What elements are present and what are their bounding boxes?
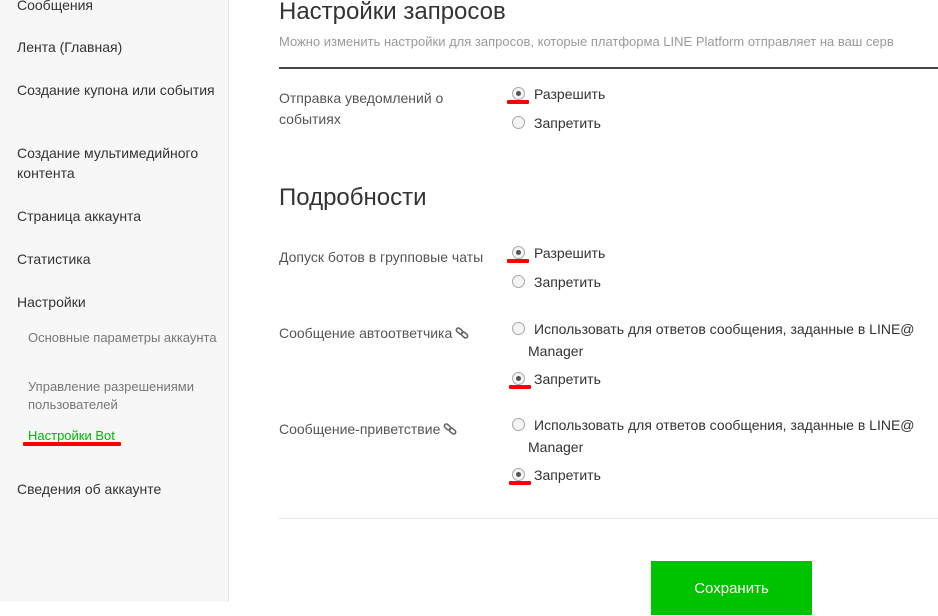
annotation-underline xyxy=(507,259,529,263)
details-section-title: Подробности xyxy=(279,184,427,211)
greeting-deny-radio[interactable] xyxy=(512,468,525,481)
sidebar-item-messages[interactable]: Сообщения xyxy=(17,0,217,15)
annotation-underline xyxy=(509,481,531,485)
group-chats-label: Допуск ботов в групповые чаты xyxy=(279,249,484,265)
auto-reply-deny-label: Запретить xyxy=(534,371,601,387)
requests-description: Можно изменить настройки для запросов, к… xyxy=(279,34,894,49)
event-notifications-deny-label: Запретить xyxy=(534,115,601,131)
link-icon[interactable] xyxy=(443,423,457,435)
link-icon[interactable] xyxy=(455,327,469,339)
group-chats-allow-label: Разрешить xyxy=(534,245,606,261)
auto-reply-deny-radio[interactable] xyxy=(512,372,525,385)
sidebar-subitem-basic-params[interactable]: Основные параметры аккаунта xyxy=(28,329,218,347)
annotation-underline xyxy=(23,442,121,446)
section-divider xyxy=(279,67,938,69)
event-notifications-deny-radio[interactable] xyxy=(512,116,525,129)
event-notifications-label: Отправка уведомлений о событиях xyxy=(279,90,444,127)
sidebar-item-create-media[interactable]: Создание мультимедийного контента xyxy=(17,143,217,183)
annotation-underline xyxy=(507,100,529,104)
greeting-label-row: Сообщение-приветствие xyxy=(279,419,499,440)
sidebar-item-account-page[interactable]: Страница аккаунта xyxy=(17,206,217,226)
requests-section-title: Настройки запросов xyxy=(279,0,506,25)
save-button[interactable]: Сохранить xyxy=(651,561,812,615)
auto-reply-use-manager-radio[interactable] xyxy=(512,322,525,335)
greeting-label: Сообщение-приветствие xyxy=(279,421,441,437)
sidebar-item-feed[interactable]: Лента (Главная) xyxy=(17,37,217,57)
annotation-underline xyxy=(509,385,531,389)
greeting-use-manager-radio[interactable] xyxy=(512,418,525,431)
greeting-use-manager-option[interactable]: Использовать для ответов сообщения, зада… xyxy=(512,414,932,458)
sidebar-item-statistics[interactable]: Статистика xyxy=(17,249,217,269)
event-notifications-allow-label: Разрешить xyxy=(534,86,606,102)
event-notifications-allow-radio[interactable] xyxy=(512,87,525,100)
auto-reply-label-row: Сообщение автоответчика xyxy=(279,323,499,344)
sidebar-subitem-user-permissions[interactable]: Управление разрешениями пользователей xyxy=(28,378,218,414)
sidebar-item-create-coupon[interactable]: Создание купона или события xyxy=(17,80,217,100)
group-chats-allow-radio[interactable] xyxy=(512,246,525,259)
auto-reply-label: Сообщение автоответчика xyxy=(279,325,453,341)
sidebar: Сообщения Лента (Главная) Создание купон… xyxy=(0,0,229,602)
footer-divider xyxy=(279,518,938,519)
greeting-deny-label: Запретить xyxy=(534,467,601,483)
sidebar-item-settings[interactable]: Настройки xyxy=(17,292,217,312)
group-chats-deny-radio[interactable] xyxy=(512,275,525,288)
sidebar-item-account-info[interactable]: Сведения об аккаунте xyxy=(17,479,217,499)
auto-reply-use-manager-label: Использовать для ответов сообщения, зада… xyxy=(528,321,915,359)
group-chats-deny-label: Запретить xyxy=(534,274,601,290)
auto-reply-use-manager-option[interactable]: Использовать для ответов сообщения, зада… xyxy=(512,318,932,362)
greeting-use-manager-label: Использовать для ответов сообщения, зада… xyxy=(528,417,915,455)
